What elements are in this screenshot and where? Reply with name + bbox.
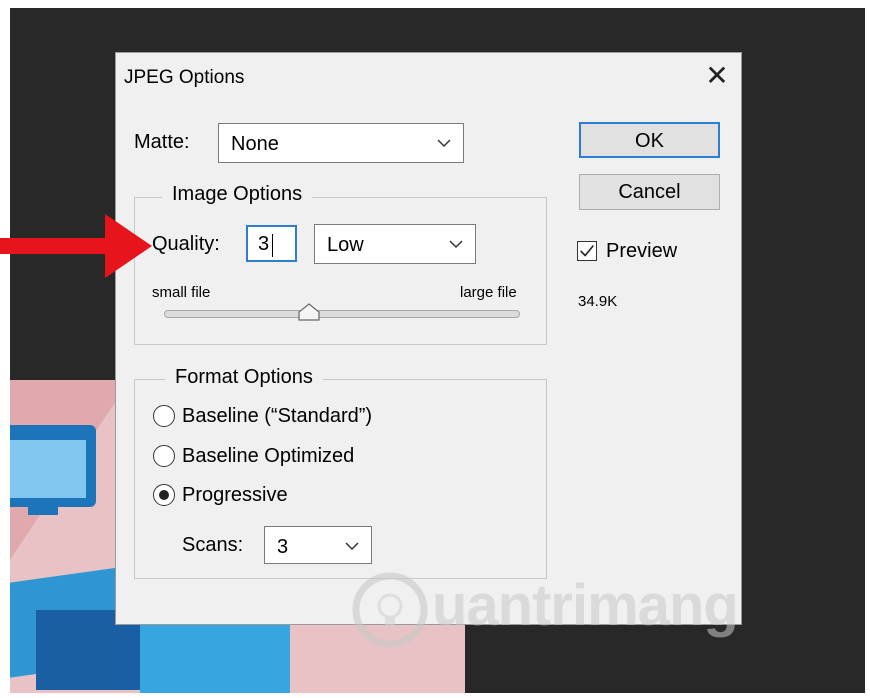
- ok-button-label: OK: [635, 130, 664, 152]
- baseline-standard-label: Baseline (“Standard”): [182, 405, 373, 427]
- matte-value: None: [231, 133, 279, 155]
- radio-baseline-standard[interactable]: [153, 405, 175, 427]
- red-arrow-annotation: [0, 214, 152, 278]
- quality-slider-track[interactable]: [164, 310, 520, 318]
- progressive-label: Progressive: [182, 484, 288, 506]
- quality-value: 3: [258, 233, 270, 255]
- watermark-text: uantrimang: [432, 573, 739, 638]
- large-file-label: large file: [460, 284, 517, 301]
- radio-baseline-optimized[interactable]: [153, 445, 175, 467]
- quality-input[interactable]: 3: [246, 225, 297, 262]
- scans-value: 3: [277, 536, 289, 558]
- monitor-screen: [10, 440, 86, 498]
- chevron-down-icon: [345, 542, 359, 551]
- ok-button[interactable]: OK: [579, 122, 720, 158]
- chevron-down-icon: [437, 139, 451, 148]
- close-icon[interactable]: ✕: [702, 61, 732, 91]
- matte-label: Matte:: [134, 131, 190, 153]
- image-options-group: [134, 197, 547, 345]
- watermark: uantrimang: [350, 570, 770, 660]
- cancel-button-label: Cancel: [618, 181, 681, 203]
- quality-preset-value: Low: [327, 234, 364, 256]
- cancel-button[interactable]: Cancel: [579, 174, 720, 210]
- quality-preset-select[interactable]: Low: [314, 224, 476, 264]
- preview-checkbox[interactable]: [577, 241, 597, 261]
- quality-label: Quality:: [152, 233, 220, 255]
- scans-label: Scans:: [182, 534, 244, 556]
- text-caret: [272, 234, 273, 257]
- image-options-legend: Image Options: [162, 183, 313, 206]
- format-options-legend: Format Options: [165, 366, 323, 389]
- baseline-optimized-label: Baseline Optimized: [182, 445, 355, 467]
- matte-select[interactable]: None: [218, 123, 464, 163]
- scans-select[interactable]: 3: [264, 526, 372, 564]
- dialog-title: JPEG Options: [124, 67, 245, 88]
- quality-slider-thumb[interactable]: [298, 303, 320, 321]
- lightbulb-logo-icon: [352, 572, 428, 648]
- jpeg-options-dialog: JPEG Options ✕ Matte: None Image Options…: [115, 52, 742, 625]
- small-file-label: small file: [152, 284, 211, 301]
- monitor-stand: [28, 507, 58, 515]
- radio-progressive[interactable]: [153, 484, 175, 506]
- illustration-box: [140, 625, 290, 693]
- file-size-readout: 34.9K: [578, 293, 618, 310]
- chevron-down-icon: [449, 240, 463, 249]
- preview-label: Preview: [606, 240, 678, 262]
- checkmark-icon: [580, 245, 594, 257]
